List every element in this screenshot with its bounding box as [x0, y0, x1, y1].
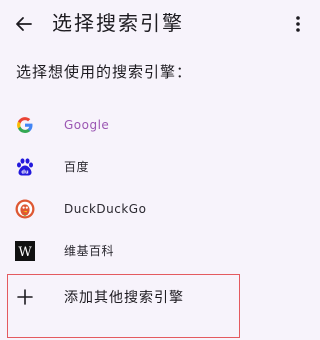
more-vert-icon	[296, 16, 300, 32]
engine-label-google: Google	[64, 118, 110, 132]
baidu-icon: du	[14, 156, 36, 178]
engine-list: Google du 百度 DuckDuckGo W 维基百科	[0, 104, 320, 272]
arrow-left-icon	[16, 17, 32, 31]
engine-item-baidu[interactable]: du 百度	[0, 146, 320, 188]
google-icon	[14, 114, 36, 136]
engine-label-wikipedia: 维基百科	[64, 244, 115, 258]
top-app-bar: 选择搜索引擎	[0, 0, 320, 48]
choose-engine-prompt: 选择想使用的搜索引擎：	[16, 63, 193, 81]
page-title: 选择搜索引擎	[52, 11, 184, 35]
more-options-button[interactable]	[284, 10, 312, 38]
plus-icon	[14, 286, 36, 308]
svg-text:du: du	[21, 170, 29, 176]
add-engine-label: 添加其他搜索引擎	[64, 290, 184, 306]
engine-item-wikipedia[interactable]: W 维基百科	[0, 230, 320, 272]
engine-item-google[interactable]: Google	[0, 104, 320, 146]
add-search-engine-button[interactable]: 添加其他搜索引擎	[0, 280, 320, 316]
wikipedia-icon: W	[14, 240, 36, 262]
engine-label-duckduckgo: DuckDuckGo	[64, 202, 147, 216]
engine-item-duckduckgo[interactable]: DuckDuckGo	[0, 188, 320, 230]
search-engine-settings-screen: 选择搜索引擎 选择想使用的搜索引擎： Google du 百度 DuckDuck…	[0, 0, 320, 340]
duckduckgo-icon	[14, 198, 36, 220]
svg-text:W: W	[18, 245, 32, 260]
engine-label-baidu: 百度	[64, 160, 90, 174]
back-button[interactable]	[10, 10, 38, 38]
